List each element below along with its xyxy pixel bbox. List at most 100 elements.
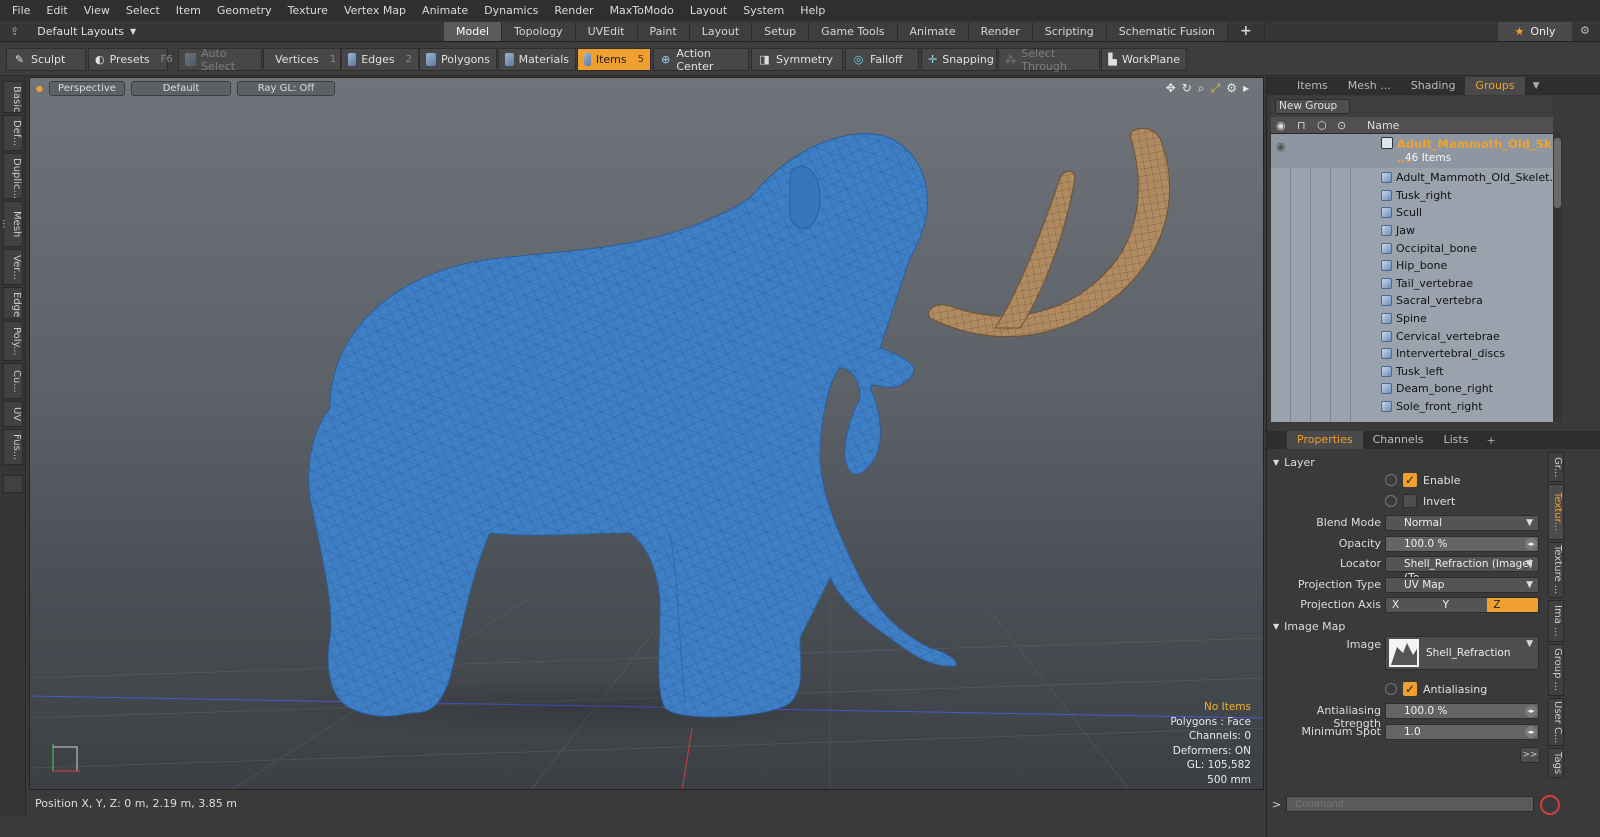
- image-select[interactable]: Shell_Refraction ▼: [1385, 636, 1539, 670]
- action-center-button[interactable]: ⊕ Action Center: [653, 47, 749, 73]
- axis-z-option[interactable]: Z: [1487, 598, 1538, 612]
- min-spot-field[interactable]: 1.0 ◂▸: [1385, 724, 1539, 740]
- list-item[interactable]: Cervical_vertebrae: [1381, 327, 1500, 345]
- menu-item[interactable]: Item: [168, 0, 209, 21]
- render-icon[interactable]: ⬡: [1317, 119, 1327, 132]
- auto-select-button[interactable]: Auto Select: [178, 47, 262, 73]
- locator-select[interactable]: Shell_Refraction (Image) (Te ...▼: [1385, 556, 1539, 584]
- zoom-view-icon[interactable]: ⌕: [1198, 81, 1205, 96]
- left-tab-mesh[interactable]: Mesh ...: [0, 201, 23, 247]
- stepper-icon[interactable]: ◂▸: [1525, 726, 1537, 738]
- group-row[interactable]: ◉ Adult_Mammoth_Old_Sk ... 46 Items: [1271, 134, 1553, 168]
- snapping-button[interactable]: ✛ Snapping: [921, 48, 997, 71]
- left-tab-polygon[interactable]: Poly...: [3, 321, 23, 361]
- antialiasing-checkbox[interactable]: ✓: [1403, 682, 1417, 696]
- rtab-texture-layers[interactable]: Textur...: [1548, 484, 1564, 540]
- tab-layout[interactable]: Layout: [689, 22, 753, 41]
- rtab-group[interactable]: Gr...: [1548, 452, 1564, 482]
- left-tab-duplicate[interactable]: Duplic...: [3, 153, 23, 199]
- menu-view[interactable]: View: [76, 0, 118, 21]
- tab-setup[interactable]: Setup: [752, 22, 810, 41]
- view-mode-button[interactable]: Perspective: [48, 80, 125, 96]
- groups-scrollbar[interactable]: [1553, 134, 1562, 422]
- command-input[interactable]: [1286, 796, 1534, 812]
- menu-layout[interactable]: Layout: [682, 0, 735, 21]
- aa-anim-dot[interactable]: [1385, 683, 1397, 695]
- list-item[interactable]: Hip_bone: [1381, 257, 1447, 275]
- edges-button[interactable]: Edges 2: [341, 48, 419, 71]
- left-tab-fusion[interactable]: Fus...: [3, 429, 23, 465]
- list-item[interactable]: Scull: [1381, 204, 1422, 222]
- image-map-section[interactable]: ▼ Image Map: [1273, 618, 1345, 634]
- record-icon[interactable]: [1540, 795, 1560, 815]
- enable-anim-dot[interactable]: [1385, 474, 1397, 486]
- menu-texture[interactable]: Texture: [280, 0, 336, 21]
- mammoth-tusk[interactable]: [928, 127, 1171, 338]
- menu-dynamics[interactable]: Dynamics: [476, 0, 546, 21]
- menu-vertex-map[interactable]: Vertex Map: [336, 0, 414, 21]
- menu-animate[interactable]: Animate: [414, 0, 476, 21]
- menu-maxtomodo[interactable]: MaxToModo: [602, 0, 682, 21]
- rtab-group-2[interactable]: Group ...: [1548, 644, 1564, 696]
- raygl-button[interactable]: Ray GL: Off: [236, 80, 335, 96]
- list-item[interactable]: Sacral_vertebra: [1381, 292, 1483, 310]
- invert-checkbox[interactable]: [1403, 494, 1417, 508]
- axis-x-option[interactable]: X: [1386, 598, 1437, 612]
- list-item[interactable]: Jaw: [1381, 222, 1415, 240]
- sculpt-button[interactable]: ✎ Sculpt: [6, 48, 86, 71]
- select-icon[interactable]: ⊙: [1337, 119, 1346, 132]
- tab-mesh[interactable]: Mesh ...: [1338, 77, 1401, 95]
- menu-system[interactable]: System: [735, 0, 792, 21]
- materials-button[interactable]: Materials: [498, 48, 576, 71]
- select-through-button[interactable]: ⁂ Select Through: [998, 47, 1100, 73]
- list-item[interactable]: Deam_bone_right: [1381, 380, 1493, 398]
- list-item[interactable]: Tail_vertebrae: [1381, 275, 1473, 293]
- polygons-button[interactable]: Polygons: [419, 48, 497, 71]
- menu-help[interactable]: Help: [792, 0, 833, 21]
- left-tab-vertex[interactable]: Ver...: [3, 249, 23, 285]
- enable-checkbox[interactable]: ✓: [1403, 473, 1417, 487]
- left-tab-more[interactable]: [3, 475, 23, 493]
- left-tab-curve[interactable]: Cu...: [3, 363, 23, 399]
- tab-shading[interactable]: Shading: [1401, 77, 1466, 95]
- vertices-button[interactable]: Vertices 1: [263, 48, 341, 71]
- lock-icon[interactable]: ⊓: [1297, 119, 1306, 132]
- rotate-view-icon[interactable]: ↻: [1182, 81, 1192, 96]
- tab-schematic-fusion[interactable]: Schematic Fusion: [1106, 22, 1229, 41]
- left-tab-uv[interactable]: UV: [3, 401, 23, 427]
- layout-selector[interactable]: ⇪ Default Layouts ▼: [10, 21, 136, 42]
- menu-select[interactable]: Select: [118, 0, 168, 21]
- tab-groups[interactable]: Groups: [1465, 77, 1525, 95]
- symmetry-button[interactable]: ◨ Symmetry: [751, 48, 843, 71]
- stepper-icon[interactable]: ◂▸: [1525, 705, 1537, 717]
- 3d-viewport[interactable]: ● Perspective Default Ray GL: Off ✥ ↻ ⌕ …: [29, 77, 1264, 790]
- tab-uvedit[interactable]: UVEdit: [575, 22, 638, 41]
- mammoth-mesh[interactable]: [308, 133, 957, 718]
- fit-view-icon[interactable]: ⤢: [1211, 81, 1221, 96]
- falloff-button[interactable]: ◎ Falloff: [845, 48, 919, 71]
- tab-items[interactable]: Items: [1287, 77, 1338, 95]
- viewport-gear-icon[interactable]: ⚙: [1226, 81, 1237, 96]
- invert-anim-dot[interactable]: [1385, 495, 1397, 507]
- rtab-image[interactable]: Ima ...: [1548, 600, 1564, 642]
- tab-topology[interactable]: Topology: [502, 22, 576, 41]
- menu-geometry[interactable]: Geometry: [209, 0, 280, 21]
- group-eye-icon[interactable]: ◉: [1276, 140, 1286, 153]
- tab-animate[interactable]: Animate: [897, 22, 969, 41]
- viewport-dot-icon[interactable]: ●: [36, 84, 43, 93]
- stepper-icon[interactable]: ◂▸: [1525, 538, 1537, 550]
- rtab-user-channels[interactable]: User C...: [1548, 698, 1564, 746]
- tab-render[interactable]: Render: [968, 22, 1033, 41]
- projection-type-select[interactable]: UV Map ▼: [1385, 577, 1539, 593]
- aa-strength-field[interactable]: 100.0 % ◂▸: [1385, 703, 1539, 719]
- tab-scripting[interactable]: Scripting: [1032, 22, 1107, 41]
- workplane-button[interactable]: ▙ WorkPlane: [1101, 48, 1187, 71]
- tab-game-tools[interactable]: Game Tools: [809, 22, 898, 41]
- left-tab-edge[interactable]: Edge: [3, 287, 23, 319]
- move-view-icon[interactable]: ✥: [1166, 81, 1176, 96]
- presets-button[interactable]: ◐ Presets F6: [88, 48, 173, 71]
- tab-paint[interactable]: Paint: [637, 22, 690, 41]
- menu-file[interactable]: File: [4, 0, 38, 21]
- opacity-field[interactable]: 100.0 % ◂▸: [1385, 536, 1539, 552]
- menu-edit[interactable]: Edit: [38, 0, 75, 21]
